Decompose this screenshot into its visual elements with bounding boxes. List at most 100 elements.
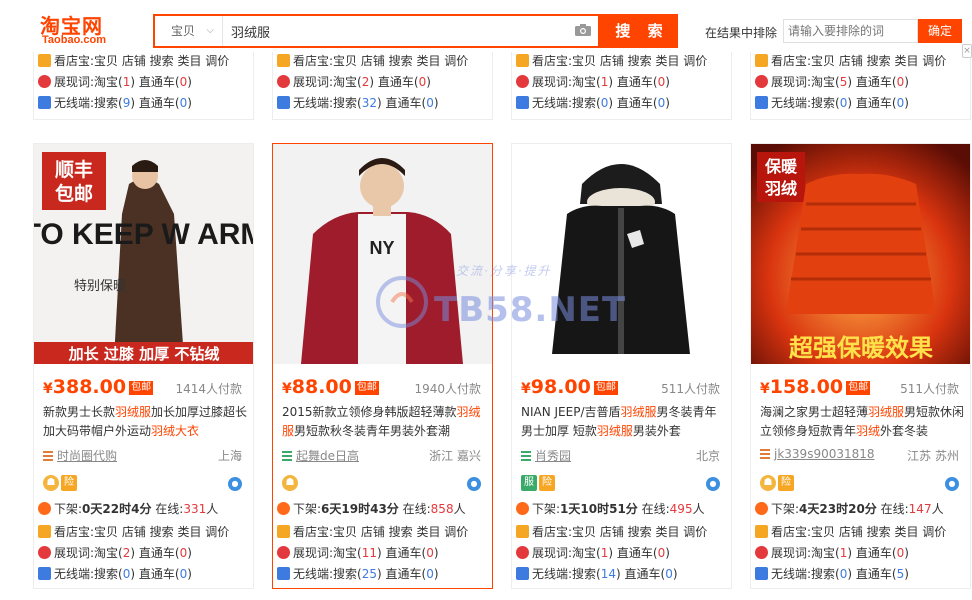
exclude-confirm-button[interactable]: 确定 bbox=[918, 19, 962, 43]
insurance-badge[interactable]: 险 bbox=[778, 475, 794, 491]
mobile-row: 无线端:搜索(14) 直通车(0) bbox=[516, 565, 678, 583]
product-card-top-4[interactable]: 看店宝:宝贝 店铺 搜索 类目 调价 展现词:淘宝(5) 直通车(0) 无线端:… bbox=[750, 50, 971, 120]
location: 北京 bbox=[695, 449, 720, 463]
shop-link[interactable]: 时尚圈代购 bbox=[43, 447, 117, 464]
product-title[interactable]: 2015新款立领修身韩版超轻薄款羽绒服男短款秋冬装青年男装外套潮 bbox=[282, 403, 487, 441]
exposure-label: 展现词:淘宝 bbox=[771, 546, 836, 560]
product-card[interactable]: 顺丰 包邮 TO KEEP W ARM 特别保暖 加长 过膝 加厚 不钻绒 ¥3… bbox=[33, 143, 254, 589]
product-card-top-2[interactable]: 看店宝:宝贝 店铺 搜索 类目 调价 展现词:淘宝(2) 直通车(0) 无线端:… bbox=[272, 50, 493, 120]
chevron-down-icon: ⌵ bbox=[206, 25, 214, 36]
product-card-top-3[interactable]: 看店宝:宝贝 店铺 搜索 类目 调价 展现词:淘宝(1) 直通车(0) 无线端:… bbox=[511, 50, 732, 120]
camera-icon[interactable] bbox=[575, 24, 591, 36]
mobile-icon bbox=[516, 96, 529, 109]
search-input[interactable] bbox=[231, 16, 561, 46]
gold-seller-icon[interactable]: ☗ bbox=[43, 475, 59, 491]
exposure-count: 1 bbox=[839, 546, 848, 560]
title-part: 2015新款立领修身韩版超轻薄款 bbox=[282, 405, 457, 419]
mobile-label: 无线端:搜索 bbox=[293, 96, 358, 110]
search-button[interactable]: 搜 索 bbox=[600, 14, 678, 48]
search-category-dropdown[interactable]: 宝贝 ⌵ bbox=[155, 16, 223, 46]
product-card[interactable]: ¥98.00 包邮 511人付款 NIAN JEEP/吉普盾羽绒服男冬装青年男士加… bbox=[511, 143, 732, 589]
chat-icon[interactable]: ● bbox=[706, 477, 720, 491]
chat-icon[interactable]: ● bbox=[467, 477, 481, 491]
image-text-keep-warm: TO KEEP W ARM bbox=[34, 218, 253, 251]
shop-link[interactable]: 起舞de日高 bbox=[282, 447, 359, 464]
store-tags-row[interactable]: 看店宝:宝贝 店铺 搜索 类目 调价 bbox=[38, 523, 229, 541]
store-icon bbox=[277, 525, 290, 538]
gold-seller-icon[interactable]: ☗ bbox=[760, 475, 776, 491]
ztc-label: 直通车 bbox=[138, 546, 175, 560]
currency-symbol: ¥ bbox=[282, 381, 292, 397]
logo-sub-text: Taobao.com bbox=[42, 34, 106, 46]
exclude-input[interactable] bbox=[783, 19, 918, 43]
ztc-label: 直通车 bbox=[616, 96, 653, 110]
shop-link[interactable]: 肖秀园 bbox=[521, 447, 571, 464]
store-tags-row[interactable]: 看店宝:宝贝 店铺 搜索 类目 调价 bbox=[755, 523, 946, 541]
ztc-label: 直通车 bbox=[385, 96, 422, 110]
clothing-badge[interactable]: 服 bbox=[521, 475, 537, 491]
ztc-label: 直通车 bbox=[855, 75, 892, 89]
taobao-logo[interactable]: 淘宝网 Taobao.com bbox=[36, 8, 136, 50]
shop-link[interactable]: jk339s90031818 bbox=[760, 447, 875, 461]
mobile-count: 0 bbox=[122, 567, 131, 581]
location: 上海 bbox=[217, 449, 242, 463]
product-title[interactable]: 新款男士长款羽绒服加长加厚过膝超长加大码带帽户外运动羽绒大衣 bbox=[43, 403, 248, 441]
store-tags-row[interactable]: 看店宝:宝贝 店铺 搜索 类目 调价 bbox=[516, 52, 707, 70]
exposure-icon bbox=[516, 546, 529, 559]
mobile-label: 无线端:搜索 bbox=[771, 567, 836, 581]
product-card[interactable]: NY ¥88.00 包邮 1940人付款 2015新款立领修身韩版超轻薄款羽绒服男… bbox=[272, 143, 493, 589]
title-highlight: 羽绒 bbox=[151, 424, 176, 438]
product-card-top-1[interactable]: 看店宝:宝贝 店铺 搜索 类目 调价 展现词:淘宝(1) 直通车(0) 无线端:… bbox=[33, 50, 254, 120]
exposure-label: 展现词:淘宝 bbox=[54, 75, 119, 89]
ztc-label: 直通车 bbox=[138, 75, 175, 89]
product-card[interactable]: 保暖 羽绒 超强保暖效果 ¥158.00 包邮 511人付款 海澜之家男士超轻薄羽… bbox=[750, 143, 971, 589]
mobile-ztc-count: 0 bbox=[426, 567, 434, 581]
mobile-icon bbox=[277, 567, 290, 580]
exposure-row: 展现词:淘宝(11) 直通车(0) bbox=[277, 544, 439, 562]
product-image[interactable]: 顺丰 包邮 TO KEEP W ARM 特别保暖 加长 过膝 加厚 不钻绒 bbox=[34, 144, 253, 364]
exposure-ztc-count: 0 bbox=[896, 75, 905, 89]
chat-icon[interactable]: ● bbox=[228, 477, 242, 491]
store-tags-text: 看店宝:宝贝 店铺 搜索 类目 调价 bbox=[532, 525, 708, 539]
mobile-icon bbox=[516, 567, 529, 580]
product-title[interactable]: 海澜之家男士超轻薄羽绒服男短款休闲立领修身短款青年羽绒外套冬装 bbox=[760, 403, 965, 441]
online-count: 858 bbox=[430, 502, 454, 516]
mobile-label: 无线端:搜索 bbox=[293, 567, 358, 581]
offshelf-timer: 下架:4天23时20分 在线:147人 bbox=[755, 500, 944, 517]
store-tags-row[interactable]: 看店宝:宝贝 店铺 搜索 类目 调价 bbox=[38, 52, 229, 70]
shop-name: 时尚圈代购 bbox=[57, 449, 118, 463]
ztc-label: 直通车 bbox=[138, 96, 175, 110]
location: 江苏 苏州 bbox=[907, 449, 959, 463]
title-part: 男装外套 bbox=[632, 424, 681, 438]
search-results-page: 淘宝网 Taobao.com 宝贝 ⌵ 搜 索 在结果中排除 确定 × 看店宝:… bbox=[0, 0, 972, 600]
price-value: 98.00 bbox=[530, 376, 591, 398]
chat-icon[interactable]: ● bbox=[945, 477, 959, 491]
mobile-ztc-count: 0 bbox=[665, 567, 673, 581]
image-text-special-warm: 特别保暖 bbox=[74, 279, 126, 294]
store-tags-row[interactable]: 看店宝:宝贝 店铺 搜索 类目 调价 bbox=[277, 52, 468, 70]
offshelf-label: 下架: bbox=[532, 502, 561, 516]
image-text-features: 加长 过膝 加厚 不钻绒 bbox=[68, 345, 220, 363]
product-image[interactable] bbox=[512, 144, 731, 364]
exposure-label: 展现词:淘宝 bbox=[293, 546, 358, 560]
insurance-badge[interactable]: 险 bbox=[539, 475, 555, 491]
image-text-baoyou: 包邮 bbox=[55, 182, 93, 205]
online-count: 331 bbox=[183, 502, 207, 516]
store-icon bbox=[755, 54, 768, 67]
store-tags-row[interactable]: 看店宝:宝贝 店铺 搜索 类目 调价 bbox=[755, 52, 946, 70]
online-unit: 人 bbox=[453, 502, 466, 516]
currency-symbol: ¥ bbox=[521, 381, 531, 397]
product-title[interactable]: NIAN JEEP/吉普盾羽绒服男冬装青年男士加厚 短款羽绒服男装外套 bbox=[521, 403, 726, 441]
image-text-super-warm: 超强保暖效果 bbox=[789, 334, 933, 362]
close-icon[interactable]: × bbox=[962, 44, 972, 58]
online-label: 在线: bbox=[641, 502, 670, 516]
store-tags-row[interactable]: 看店宝:宝贝 店铺 搜索 类目 调价 bbox=[277, 523, 468, 541]
mobile-icon bbox=[38, 567, 51, 580]
insurance-badge[interactable]: 险 bbox=[61, 475, 77, 491]
exposure-row: 展现词:淘宝(1) 直通车(0) bbox=[755, 544, 909, 562]
mobile-icon bbox=[277, 96, 290, 109]
store-tags-row[interactable]: 看店宝:宝贝 店铺 搜索 类目 调价 bbox=[516, 523, 707, 541]
product-image[interactable]: 保暖 羽绒 超强保暖效果 bbox=[751, 144, 970, 364]
gold-seller-icon[interactable]: ☗ bbox=[282, 475, 298, 491]
product-image[interactable]: NY bbox=[273, 144, 492, 364]
